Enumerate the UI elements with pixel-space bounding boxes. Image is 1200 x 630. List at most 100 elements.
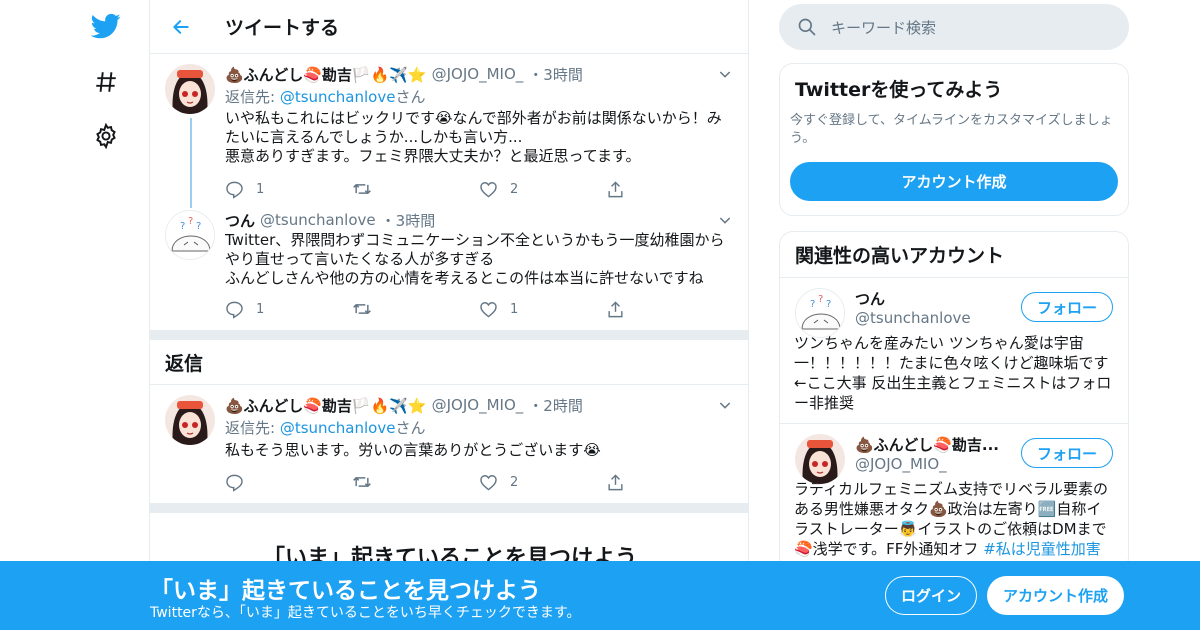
tweet-author-handle[interactable]: @JOJO_MIO_ <box>432 65 524 83</box>
retweet-button[interactable] <box>352 472 479 492</box>
signup-banner: 「いま」起きていることを見つけよう Twitterなら、「いま」起きていることを… <box>0 561 1200 630</box>
reply-to: 返信先: @tsunchanloveさん <box>225 417 733 438</box>
related-accounts-card: 関連性の高いアカウント ??? つん @tsunchanlove フォロー ツン… <box>779 231 1129 571</box>
replies-heading: 返信 <box>150 340 748 385</box>
search-box[interactable]: キーワード検索 <box>779 4 1129 50</box>
reply-to-suffix: さん <box>395 419 426 437</box>
signup-button[interactable]: アカウント作成 <box>987 576 1124 615</box>
back-arrow-icon[interactable] <box>170 16 192 38</box>
tweet-reply[interactable]: ??? つん @tsunchanlove ・ 3時間 Twitter、界隈問わず… <box>150 206 748 327</box>
account-item[interactable]: 💩ふんどし🍣勘吉... @JOJO_MIO_ フォロー ラディカルフェミニズム支… <box>780 424 1128 570</box>
reply-button[interactable] <box>225 473 352 492</box>
related-accounts-title: 関連性の高いアカウント <box>795 245 1005 267</box>
reply-to-mention[interactable]: @tsunchanlove <box>280 419 396 437</box>
follow-button[interactable]: フォロー <box>1021 292 1113 322</box>
try-twitter-card: Twitterを使ってみよう 今すぐ登録して、タイムラインをカスタマイズしましょ… <box>779 63 1129 216</box>
main-column: ツイートする 💩ふんどし🍣勘吉🏳️🔥✈️⭐ @JOJO_MIO_ ・ 3時間 返… <box>149 0 749 630</box>
gear-icon[interactable] <box>90 120 122 152</box>
tweet-actions: 2 <box>225 465 733 499</box>
account-bio: ツンちゃんを産みたい ツンちゃん愛は宇宙一！！！！！！たまに色々呟くけど趣味垢で… <box>794 334 1112 412</box>
left-nav <box>80 0 140 630</box>
tweet-author-handle[interactable]: @tsunchanlove <box>260 211 376 229</box>
share-icon <box>608 473 623 490</box>
tweet-timestamp[interactable]: 2時間 <box>543 395 583 416</box>
like-icon <box>480 301 497 318</box>
like-button[interactable]: 1 <box>479 300 606 319</box>
separator-dot: ・ <box>528 396 544 415</box>
reply-icon <box>226 474 243 492</box>
tweet-text: 私もそう思います。労いの言葉ありがとうございます😭 <box>225 441 601 459</box>
reply-to: 返信先: @tsunchanloveさん <box>225 86 733 107</box>
retweet-icon <box>353 184 371 194</box>
tweet-author-name[interactable]: つん <box>225 210 255 231</box>
avatar[interactable] <box>165 64 215 114</box>
tweet-header: つん @tsunchanlove ・ 3時間 <box>225 210 733 230</box>
tweet-header: 💩ふんどし🍣勘吉🏳️🔥✈️⭐ @JOJO_MIO_ ・ 2時間 <box>225 395 733 415</box>
thread-line <box>190 118 192 208</box>
page-title: ツイートする <box>225 17 340 39</box>
chevron-down-icon[interactable] <box>717 397 733 413</box>
retweet-icon <box>353 304 371 314</box>
tweet-timestamp[interactable]: 3時間 <box>396 210 436 231</box>
like-button[interactable]: 2 <box>479 473 606 492</box>
reply-icon <box>226 181 243 199</box>
create-account-button[interactable]: アカウント作成 <box>790 162 1118 201</box>
chevron-down-icon[interactable] <box>717 212 733 228</box>
like-icon <box>480 474 497 491</box>
share-button[interactable] <box>606 473 733 492</box>
login-button[interactable]: ログイン <box>885 576 977 615</box>
retweet-button[interactable] <box>352 299 479 319</box>
main-header: ツイートする <box>150 0 748 54</box>
account-name[interactable]: 💩ふんどし🍣勘吉... <box>855 434 1015 455</box>
section-separator <box>150 330 748 340</box>
like-count: 1 <box>510 301 519 317</box>
tweet-timestamp[interactable]: 3時間 <box>543 64 583 85</box>
try-twitter-text: 今すぐ登録して、タイムラインをカスタマイズしましょう。 <box>790 113 1113 146</box>
separator-dot: ・ <box>380 211 396 230</box>
avatar[interactable] <box>165 395 215 445</box>
tweet-author-name[interactable]: 💩ふんどし🍣勘吉🏳️🔥✈️⭐ <box>225 64 427 85</box>
avatar[interactable]: ??? <box>795 288 845 338</box>
try-twitter-title: Twitterを使ってみよう <box>795 79 1003 101</box>
tweet-text: Twitter、界隈問わずコミュニケーション不全というかもう一度幼稚園からやり直… <box>225 231 725 287</box>
chevron-down-icon[interactable] <box>717 66 733 82</box>
tweet-actions: 1 1 <box>225 291 733 327</box>
reply-to-label: 返信先: <box>225 419 280 437</box>
share-button[interactable] <box>606 300 733 319</box>
tweet-parent[interactable]: 💩ふんどし🍣勘吉🏳️🔥✈️⭐ @JOJO_MIO_ ・ 3時間 返信先: @ts… <box>150 54 748 208</box>
reply-to-mention[interactable]: @tsunchanlove <box>280 88 396 106</box>
account-name[interactable]: つん <box>855 288 1015 309</box>
retweet-button[interactable] <box>352 179 479 199</box>
reply-button[interactable]: 1 <box>225 300 352 319</box>
follow-button[interactable]: フォロー <box>1021 438 1113 468</box>
account-bio: ラディカルフェミニズム支持でリベラル要素のある男性嫌悪オタク💩政治は左寄り🆓自称… <box>794 479 1113 570</box>
section-separator <box>150 503 748 513</box>
twitter-bird-icon[interactable] <box>90 10 122 42</box>
tweet-author-name[interactable]: 💩ふんどし🍣勘吉🏳️🔥✈️⭐ <box>225 395 427 416</box>
reply-icon <box>226 301 243 319</box>
avatar[interactable] <box>795 434 845 484</box>
like-button[interactable]: 2 <box>479 180 606 199</box>
reply-button[interactable]: 1 <box>225 180 352 199</box>
reply-tweet[interactable]: 💩ふんどし🍣勘吉🏳️🔥✈️⭐ @JOJO_MIO_ ・ 2時間 返信先: @ts… <box>150 385 748 499</box>
tweet-author-handle[interactable]: @JOJO_MIO_ <box>432 396 524 414</box>
avatar[interactable]: ??? <box>165 210 215 260</box>
svg-text:?: ? <box>180 221 185 232</box>
like-icon <box>480 181 497 198</box>
svg-text:?: ? <box>810 299 815 310</box>
tweet-actions: 1 2 <box>225 172 733 206</box>
like-count: 2 <box>510 474 519 490</box>
svg-text:?: ? <box>188 216 193 227</box>
svg-text:?: ? <box>818 294 823 305</box>
svg-text:?: ? <box>196 221 201 232</box>
hashtag-icon[interactable] <box>90 66 122 98</box>
banner-title: 「いま」起きていることを見つけよう <box>150 578 541 604</box>
reply-count: 1 <box>256 181 265 197</box>
retweet-icon <box>353 477 371 487</box>
share-icon <box>608 180 623 197</box>
search-icon <box>798 18 816 36</box>
like-count: 2 <box>510 181 519 197</box>
search-input[interactable]: キーワード検索 <box>831 17 936 38</box>
share-button[interactable] <box>606 180 733 199</box>
account-item[interactable]: ??? つん @tsunchanlove フォロー ツンちゃんを産みたい ツンち… <box>780 278 1128 424</box>
